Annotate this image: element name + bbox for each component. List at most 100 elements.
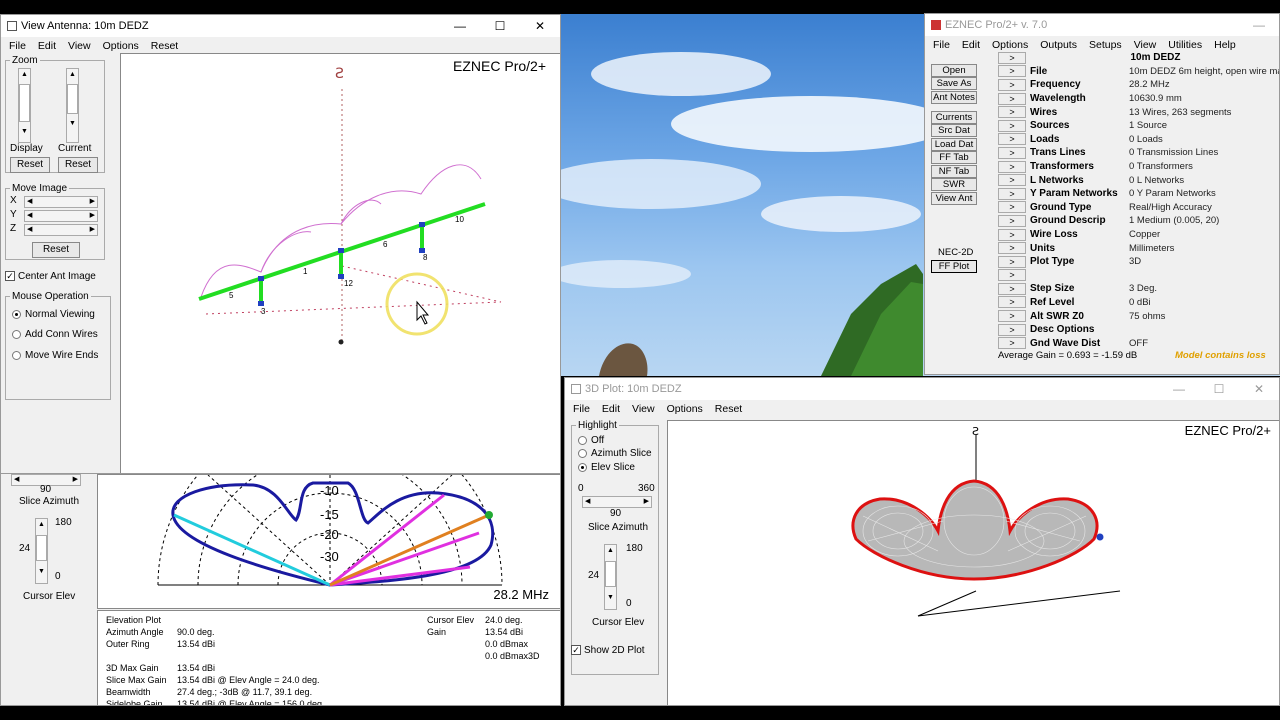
eznec-save-as-button[interactable]: Save As — [931, 77, 977, 90]
normal-viewing-radio[interactable]: Normal Viewing — [12, 309, 95, 320]
down-arrow-icon[interactable]: ▼ — [67, 118, 78, 129]
ff-plot-button[interactable]: FF Plot — [931, 260, 977, 273]
eznec-menu-view[interactable]: View — [1128, 39, 1163, 51]
plot3d-menu-edit[interactable]: Edit — [596, 403, 626, 415]
row-arrow-button[interactable]: > — [998, 214, 1026, 227]
antenna-menu-file[interactable]: File — [3, 40, 32, 52]
radio-selected-icon[interactable] — [578, 462, 587, 472]
highlight-elev-radio[interactable]: Elev Slice — [578, 462, 635, 473]
current-zoom-scrollbar[interactable]: ▲ ▼ — [66, 68, 79, 143]
row-arrow-button[interactable]: > — [998, 160, 1026, 173]
radio-selected-icon[interactable] — [12, 309, 21, 319]
eznec-menu-help[interactable]: Help — [1208, 39, 1242, 51]
row-arrow-button[interactable]: > — [998, 323, 1026, 336]
row-arrow-button[interactable]: > — [998, 106, 1026, 119]
eznec-ant-notes-button[interactable]: Ant Notes — [931, 91, 977, 104]
display-zoom-scrollbar[interactable]: ▲ ▼ — [18, 68, 31, 143]
move-x-scrollbar[interactable]: ◀ ▶ — [24, 196, 98, 208]
row-arrow-button[interactable]: > — [998, 187, 1026, 200]
eznec-src-dat-button[interactable]: Src Dat — [931, 124, 977, 137]
eznec-menu-outputs[interactable]: Outputs — [1034, 39, 1083, 51]
minimize-button[interactable]: — — [1239, 18, 1279, 32]
row-arrow-button[interactable]: > — [998, 119, 1026, 132]
plot3d-menu-view[interactable]: View — [626, 403, 661, 415]
add-conn-wires-radio[interactable]: Add Conn Wires — [12, 329, 98, 340]
scroll-thumb[interactable] — [605, 561, 616, 587]
row-arrow-button[interactable]: > — [998, 228, 1026, 241]
p3d-cursor-elev-scrollbar[interactable]: ▲ ▼ — [604, 544, 617, 610]
row-arrow-button[interactable]: > — [998, 310, 1026, 323]
minimize-button[interactable]: — — [1159, 382, 1199, 396]
eznec-menu-setups[interactable]: Setups — [1083, 39, 1128, 51]
antenna-view-canvas[interactable]: EZNEC Pro/2+ Ƨ 10 6 1 5 3 12 8 — [120, 53, 560, 473]
row-arrow-button[interactable]: > — [998, 296, 1026, 309]
row-arrow-button[interactable]: > — [998, 133, 1026, 146]
row-arrow-button[interactable]: > — [998, 78, 1026, 91]
radio-icon[interactable] — [12, 329, 21, 339]
checkbox-checked-icon[interactable]: ✓ — [571, 645, 581, 656]
eznec-menu-utilities[interactable]: Utilities — [1162, 39, 1208, 51]
display-reset-button[interactable]: Reset — [10, 157, 50, 173]
highlight-off-radio[interactable]: Off — [578, 435, 604, 446]
p3d-slice-azimuth-scrollbar[interactable]: ◀ ▶ — [582, 496, 652, 508]
cursor-elev-scrollbar[interactable]: ▲ ▼ — [35, 518, 48, 584]
plot3d-menu-reset[interactable]: Reset — [709, 403, 748, 415]
move-image-reset-button[interactable]: Reset — [32, 242, 80, 258]
eznec-menu-options[interactable]: Options — [986, 39, 1034, 51]
row-arrow-button[interactable]: > — [998, 337, 1026, 350]
plot3d-canvas[interactable]: EZNEC Pro/2+ Ƨ — [667, 420, 1279, 705]
eznec-menu-edit[interactable]: Edit — [956, 39, 986, 51]
current-reset-button[interactable]: Reset — [58, 157, 98, 173]
maximize-button[interactable]: ☐ — [480, 19, 520, 33]
antenna-menu-edit[interactable]: Edit — [32, 40, 62, 52]
highlight-azimuth-radio[interactable]: Azimuth Slice — [578, 448, 652, 459]
antenna-menu-view[interactable]: View — [62, 40, 97, 52]
row-arrow-button[interactable]: > — [998, 92, 1026, 105]
radio-icon[interactable] — [578, 435, 587, 445]
plot3d-menu-options[interactable]: Options — [661, 403, 709, 415]
minimize-button[interactable]: — — [440, 19, 480, 33]
up-arrow-icon[interactable]: ▲ — [605, 545, 616, 556]
row-arrow-button[interactable]: > — [998, 242, 1026, 255]
scroll-thumb[interactable] — [19, 84, 30, 122]
up-arrow-icon[interactable]: ▲ — [67, 69, 78, 80]
show-2d-plot-checkbox[interactable]: ✓ Show 2D Plot — [571, 645, 645, 656]
checkbox-checked-icon[interactable]: ✓ — [5, 271, 15, 282]
eznec-menu-file[interactable]: File — [927, 39, 956, 51]
model-name-arrow-button[interactable]: > — [998, 51, 1026, 64]
close-button[interactable]: ✕ — [520, 19, 560, 33]
row-arrow-button[interactable]: > — [998, 269, 1026, 282]
antenna-menu-options[interactable]: Options — [97, 40, 145, 52]
scroll-thumb[interactable] — [67, 84, 78, 114]
eznec-nf-tab-button[interactable]: NF Tab — [931, 165, 977, 178]
radio-icon[interactable] — [578, 448, 587, 458]
move-z-scrollbar[interactable]: ◀ ▶ — [24, 224, 98, 236]
down-arrow-icon[interactable]: ▼ — [19, 126, 30, 137]
eznec-view-ant-button[interactable]: View Ant — [931, 192, 977, 205]
row-arrow-button[interactable]: > — [998, 146, 1026, 159]
eznec-open-button[interactable]: Open — [931, 64, 977, 77]
move-wire-ends-radio[interactable]: Move Wire Ends — [12, 350, 98, 361]
down-arrow-icon[interactable]: ▼ — [605, 592, 616, 603]
row-arrow-button[interactable]: > — [998, 174, 1026, 187]
up-arrow-icon[interactable]: ▲ — [36, 519, 47, 530]
eznec-currents-button[interactable]: Currents — [931, 111, 977, 124]
center-ant-image-checkbox[interactable]: ✓ Center Ant Image — [5, 271, 96, 282]
move-y-scrollbar[interactable]: ◀ ▶ — [24, 210, 98, 222]
down-arrow-icon[interactable]: ▼ — [36, 566, 47, 577]
elevation-plot-canvas[interactable]: -10 -15 -20 -30 28.2 MHz — [97, 474, 560, 609]
radio-icon[interactable] — [12, 350, 21, 360]
row-arrow-button[interactable]: > — [998, 65, 1026, 78]
eznec-load-dat-button[interactable]: Load Dat — [931, 138, 977, 151]
eznec-swr-button[interactable]: SWR — [931, 178, 977, 191]
row-arrow-button[interactable]: > — [998, 282, 1026, 295]
antenna-menu-reset[interactable]: Reset — [145, 40, 184, 52]
maximize-button[interactable]: ☐ — [1199, 382, 1239, 396]
up-arrow-icon[interactable]: ▲ — [19, 69, 30, 80]
scroll-thumb[interactable] — [36, 535, 47, 561]
close-button[interactable]: ✕ — [1239, 382, 1279, 396]
plot3d-menu-file[interactable]: File — [567, 403, 596, 415]
row-arrow-button[interactable]: > — [998, 201, 1026, 214]
row-arrow-button[interactable]: > — [998, 255, 1026, 268]
eznec-ff-tab-button[interactable]: FF Tab — [931, 151, 977, 164]
